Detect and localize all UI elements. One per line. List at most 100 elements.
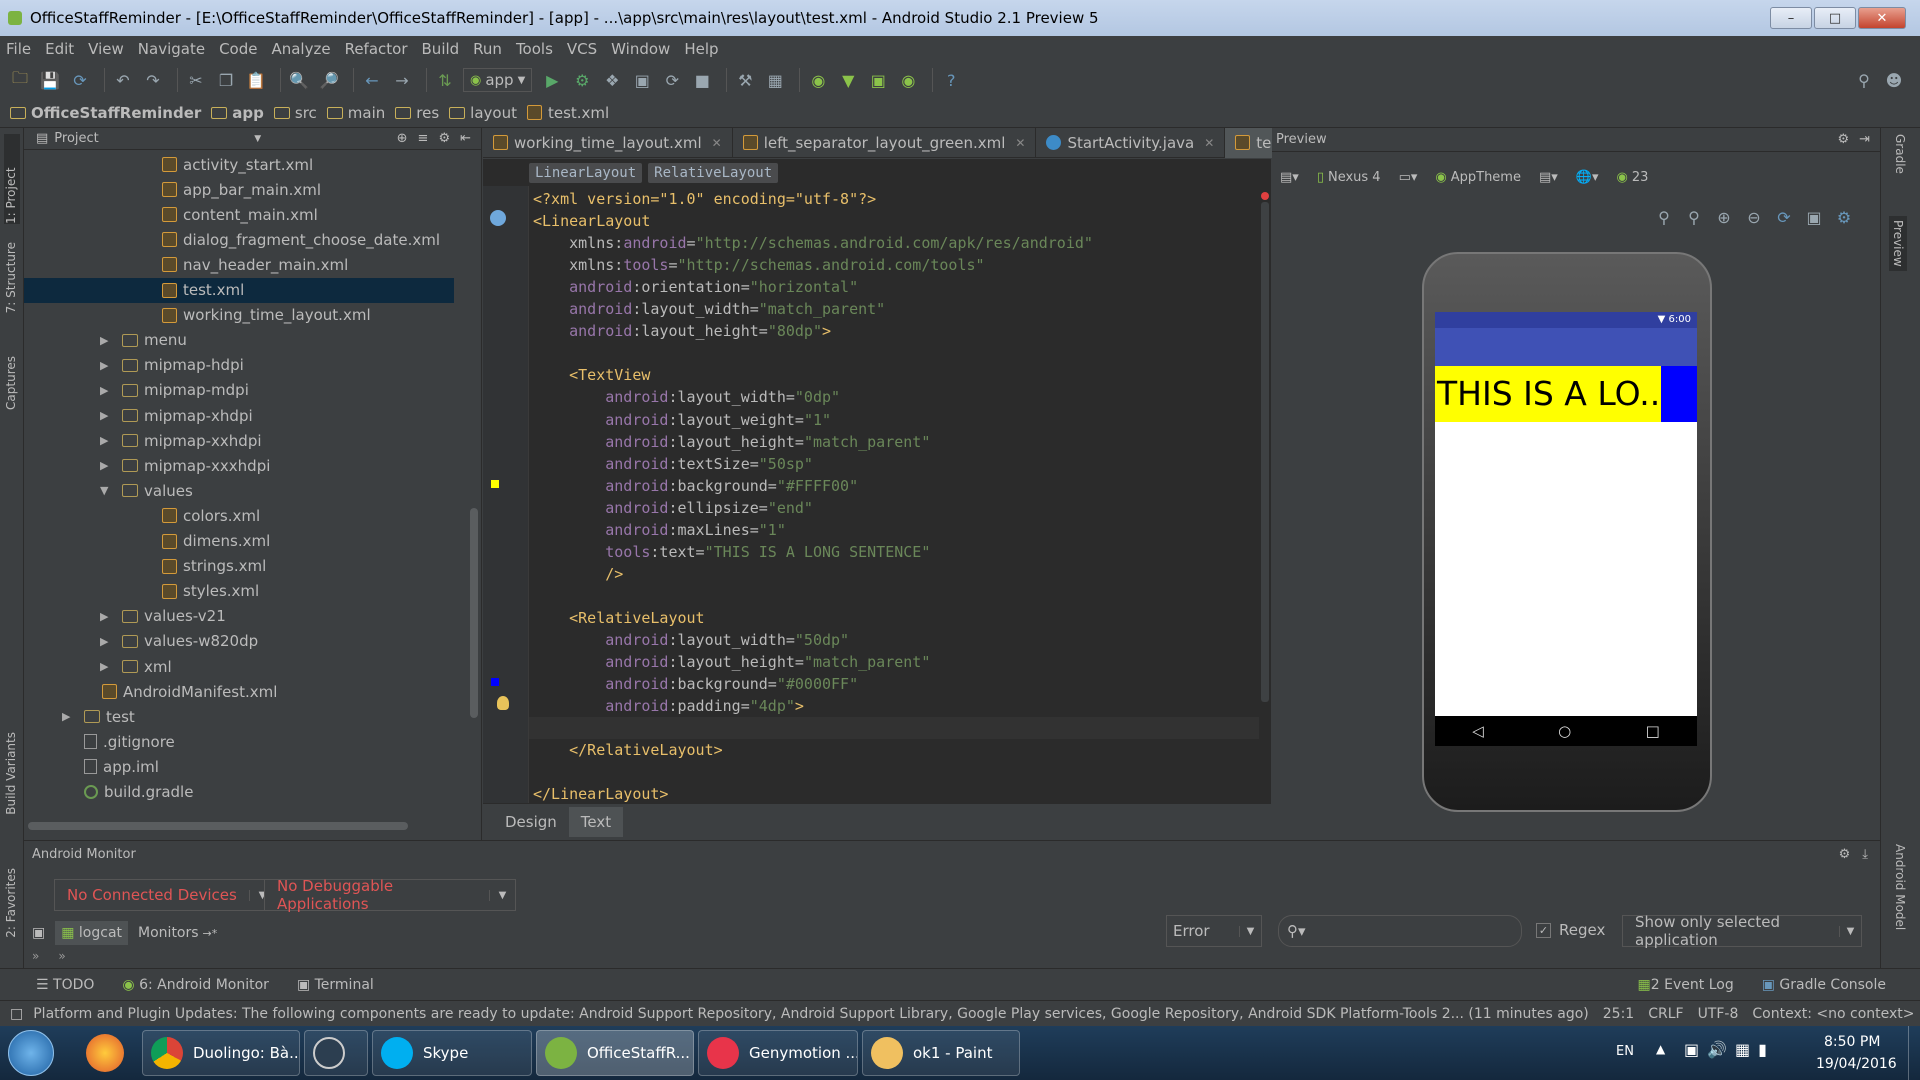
show-desktop-button[interactable] bbox=[1908, 1026, 1920, 1080]
tree-horizontal-scrollbar[interactable] bbox=[28, 822, 408, 830]
breadcrumb-item[interactable]: layout bbox=[449, 104, 517, 122]
language-indicator[interactable]: EN bbox=[1616, 1044, 1634, 1059]
firefox-icon[interactable] bbox=[86, 1034, 124, 1072]
tree-item[interactable]: ▶ xml bbox=[24, 654, 454, 679]
side-tab-build-variants[interactable]: Build Variants bbox=[4, 732, 18, 815]
tool-tab-event-log[interactable]: ▦2 Event Log bbox=[1638, 977, 1734, 993]
expanded-arrow-icon[interactable]: ▼ bbox=[100, 484, 114, 497]
side-tab-project[interactable]: 1: Project bbox=[4, 134, 20, 224]
tab-design[interactable]: Design bbox=[493, 807, 569, 837]
tree-item[interactable]: ▶ test bbox=[24, 704, 454, 729]
collapsed-arrow-icon[interactable]: ▶ bbox=[100, 409, 114, 422]
cut-icon[interactable]: ✂ bbox=[184, 68, 208, 92]
tree-item[interactable]: ▶ values-w820dp bbox=[24, 629, 454, 654]
taskbar-paint[interactable]: ok1 - Paint bbox=[862, 1030, 1020, 1076]
tool-tab-gradle-console[interactable]: ▣ Gradle Console bbox=[1762, 977, 1886, 993]
tree-scrollbar[interactable] bbox=[470, 508, 478, 718]
collapsed-arrow-icon[interactable]: ▶ bbox=[62, 710, 76, 723]
refresh-icon[interactable]: ⟳ bbox=[1772, 205, 1796, 229]
theme-select[interactable]: AppTheme bbox=[1451, 170, 1521, 185]
close-tab-icon[interactable]: ✕ bbox=[1015, 136, 1025, 150]
menu-analyze[interactable]: Analyze bbox=[271, 40, 330, 58]
breadcrumb-item[interactable]: test.xml bbox=[526, 104, 609, 122]
activity-icon[interactable]: ▤▾ bbox=[1539, 170, 1558, 185]
screenshot-icon[interactable]: ▣ bbox=[32, 925, 45, 941]
log-search-field[interactable]: ⚲▾ bbox=[1278, 915, 1522, 947]
editor-tab[interactable]: left_separator_layout_green.xml ✕ bbox=[733, 127, 1037, 158]
save-icon[interactable]: 💾 bbox=[38, 68, 62, 92]
chevron-down-icon[interactable]: ▼ bbox=[254, 134, 261, 144]
tree-item[interactable]: colors.xml bbox=[24, 503, 454, 528]
screenshot-icon[interactable]: ▣ bbox=[1802, 205, 1826, 229]
log-search-input[interactable] bbox=[1305, 923, 1521, 939]
menu-code[interactable]: Code bbox=[219, 40, 257, 58]
api-level-select[interactable]: 23 bbox=[1632, 170, 1649, 185]
filter-select[interactable]: Show only selected application ▼ bbox=[1622, 913, 1862, 949]
sdk-manager-icon[interactable]: ▼ bbox=[836, 68, 860, 92]
tab-logcat[interactable]: ▦ logcat bbox=[55, 921, 129, 945]
menu-tools[interactable]: Tools bbox=[516, 40, 553, 58]
tree-item[interactable]: dimens.xml bbox=[24, 529, 454, 554]
run-icon[interactable]: ▶ bbox=[540, 68, 564, 92]
tree-item[interactable]: working_time_layout.xml bbox=[24, 303, 454, 328]
avd-manager-icon[interactable]: ◉ bbox=[806, 68, 830, 92]
tool-tab-android-monitor[interactable]: ◉ 6: Android Monitor bbox=[122, 977, 269, 993]
clock-time[interactable]: 8:50 PM bbox=[1824, 1034, 1880, 1050]
minimize-panel-icon[interactable]: ⤓ bbox=[1862, 847, 1868, 862]
forward-icon[interactable]: → bbox=[390, 68, 414, 92]
taskbar-chrome[interactable]: Duolingo: Bà... bbox=[142, 1030, 300, 1076]
start-button[interactable] bbox=[8, 1030, 54, 1076]
make-project-icon[interactable]: ⇅ bbox=[433, 68, 457, 92]
tree-item[interactable]: AndroidManifest.xml bbox=[24, 679, 454, 704]
breadcrumb-item[interactable]: OfficeStaffReminder bbox=[10, 104, 201, 122]
side-tab-android-model[interactable]: Android Model bbox=[1893, 844, 1907, 930]
tree-item[interactable]: ▶ values-v21 bbox=[24, 604, 454, 629]
minimize-button[interactable]: – bbox=[1770, 7, 1812, 29]
user-icon[interactable]: ☻ bbox=[1882, 68, 1906, 92]
editor-tab[interactable]: working_time_layout.xml ✕ bbox=[483, 127, 733, 158]
scroll-thumb[interactable] bbox=[1261, 202, 1269, 702]
undo-icon[interactable]: ↶ bbox=[111, 68, 135, 92]
menu-refactor[interactable]: Refactor bbox=[345, 40, 408, 58]
tree-item[interactable]: app.iml bbox=[24, 754, 454, 779]
settings-gear-icon[interactable]: ⚙ bbox=[1839, 847, 1851, 862]
tree-item[interactable]: content_main.xml bbox=[24, 202, 454, 227]
tree-item[interactable]: ▶ mipmap-xxhdpi bbox=[24, 428, 454, 453]
collapsed-arrow-icon[interactable]: ▶ bbox=[100, 459, 114, 472]
breadcrumb-item[interactable]: src bbox=[273, 104, 317, 122]
scroll-from-source-icon[interactable]: ⊕ bbox=[397, 131, 408, 146]
paste-icon[interactable]: 📋 bbox=[244, 68, 268, 92]
tray-icons[interactable]: ▣🔊▦▮ bbox=[1684, 1040, 1775, 1059]
breadcrumb-item[interactable]: app bbox=[211, 104, 264, 122]
collapsed-arrow-icon[interactable]: ▶ bbox=[100, 635, 114, 648]
context-label[interactable]: Context: <no context> bbox=[1752, 1006, 1914, 1022]
tree-item[interactable]: nav_header_main.xml bbox=[24, 252, 454, 277]
zoom-to-fit-icon[interactable]: ⚲ bbox=[1652, 205, 1676, 229]
settings-gear-icon[interactable]: ⚙ bbox=[438, 131, 450, 146]
zoom-actual-icon[interactable]: ⚲ bbox=[1682, 205, 1706, 229]
search-everywhere-icon[interactable]: ⚲ bbox=[1852, 68, 1876, 92]
clock-date[interactable]: 19/04/2016 bbox=[1816, 1056, 1897, 1072]
tree-item[interactable]: styles.xml bbox=[24, 579, 454, 604]
breadcrumb-item[interactable]: res bbox=[395, 104, 439, 122]
rendered-relativelayout[interactable] bbox=[1661, 366, 1697, 422]
tab-monitors[interactable]: Monitors bbox=[138, 925, 199, 941]
code-editor[interactable]: <?xml version="1.0" encoding="utf-8"?> <L… bbox=[529, 186, 1259, 803]
tree-item[interactable]: ▶ mipmap-xhdpi bbox=[24, 403, 454, 428]
regex-checkbox[interactable]: ✓ Regex bbox=[1536, 921, 1605, 939]
close-tab-icon[interactable]: ✕ bbox=[712, 136, 722, 150]
expand-icon[interactable]: » » bbox=[32, 949, 66, 963]
close-button[interactable]: ✕ bbox=[1858, 7, 1906, 29]
tool-tab-terminal[interactable]: ▣ Terminal bbox=[297, 977, 374, 993]
tree-item[interactable]: ▶ mipmap-xxxhdpi bbox=[24, 453, 454, 478]
project-structure-icon[interactable]: ⚒ bbox=[733, 68, 757, 92]
menu-view[interactable]: View bbox=[88, 40, 124, 58]
open-folder-icon[interactable]: 🗀 bbox=[8, 68, 32, 92]
side-tab-structure[interactable]: 7: Structure bbox=[4, 242, 18, 313]
redo-icon[interactable]: ↷ bbox=[141, 68, 165, 92]
android-icon[interactable]: ◉ bbox=[896, 68, 920, 92]
caret-position[interactable]: 25:1 bbox=[1603, 1006, 1634, 1022]
menu-help[interactable]: Help bbox=[684, 40, 718, 58]
side-tab-favorites[interactable]: 2: Favorites bbox=[4, 868, 18, 938]
side-tab-captures[interactable]: Captures bbox=[4, 356, 18, 410]
